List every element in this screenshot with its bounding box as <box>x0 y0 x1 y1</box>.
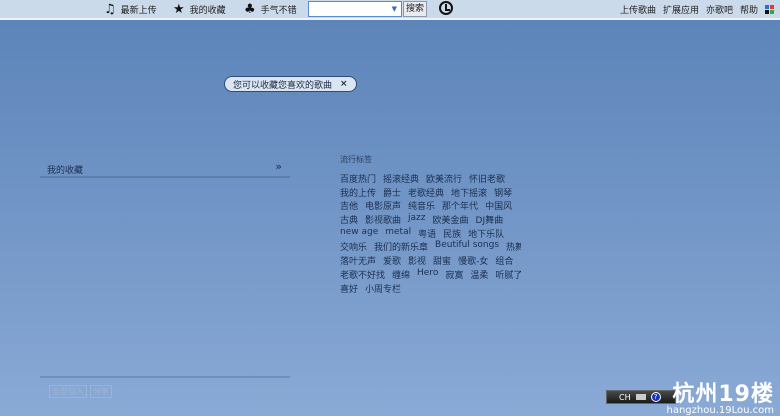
watermark-url: hangzhou.19Lou.com <box>666 405 775 416</box>
tag-link[interactable]: 喜好 <box>340 282 358 296</box>
nav-lucky[interactable]: ♣ 手气不错 <box>244 0 297 19</box>
search-button[interactable]: 搜索 <box>403 1 427 17</box>
tag-link[interactable]: 我的上传 <box>340 186 376 200</box>
tag-row: 交响乐我们的新乐章 Beutiful songs 热舞DJ <box>340 240 521 254</box>
next-page-icon[interactable]: ▶ <box>278 385 284 394</box>
tag-link[interactable]: 欧美流行 <box>426 172 462 186</box>
tag-link[interactable]: 落叶无声 <box>340 254 376 268</box>
tag-link[interactable]: 甜蜜 <box>433 254 451 268</box>
popular-tags: 流行标签 百度热门 摇滚经典 欧美流行 怀旧老歌 我的上传 爵士 老歌经典 地下摇滚 钢琴 吉他电… <box>340 154 530 295</box>
tag-link[interactable]: DJ舞曲 <box>476 213 504 227</box>
tag-link[interactable]: 百度热门 <box>340 172 376 186</box>
tag-row: 古典 影视歌曲 jazz 欧美金曲 DJ舞曲 <box>340 213 521 227</box>
tag-link[interactable]: Beutiful songs <box>435 240 499 254</box>
tag-link[interactable]: 摇滚经典 <box>383 172 419 186</box>
dropdown-arrow-icon[interactable]: ▼ <box>392 5 397 13</box>
tag-link[interactable]: 吉他 <box>340 199 358 213</box>
ime-toolbar[interactable]: CH? <box>606 390 676 404</box>
tag-link[interactable]: 组合 <box>495 254 513 268</box>
tag-link[interactable]: 欧美金曲 <box>433 213 469 227</box>
search-input[interactable]: ▼ <box>308 1 402 17</box>
close-icon[interactable]: × <box>340 79 348 89</box>
tag-link[interactable]: 电影原声 <box>365 199 401 213</box>
tag-link[interactable]: 影视 <box>408 254 426 268</box>
tag-link[interactable]: 小周专栏 <box>365 282 401 296</box>
link-help[interactable]: 帮助 <box>740 3 758 16</box>
tag-link[interactable]: 纯音乐 <box>408 199 435 213</box>
favorites-header[interactable]: 我的收藏 » <box>40 158 290 178</box>
tag-link[interactable]: 爱歌 <box>383 254 401 268</box>
link-extensions[interactable]: 扩展应用 <box>663 3 699 16</box>
star-icon: ★ <box>173 2 185 17</box>
tag-link[interactable]: 粤语 <box>418 227 436 241</box>
favorites-footer: 全部加入 分享 ◀ ▶ <box>40 376 290 398</box>
expand-icon[interactable]: » <box>275 160 282 173</box>
prev-page-icon[interactable]: ◀ <box>256 385 262 394</box>
link-upload-song[interactable]: 上传歌曲 <box>620 3 656 16</box>
tag-row: 百度热门 摇滚经典 欧美流行 怀旧老歌 <box>340 172 521 186</box>
tag-link[interactable]: Hero <box>417 268 438 282</box>
nav-my-favorites[interactable]: ★ 我的收藏 <box>173 0 226 19</box>
tag-link[interactable]: 交响乐 <box>340 240 367 254</box>
top-toolbar: ♫ 最新上传 ★ 我的收藏 ♣ 手气不错 ▼ 搜索 上传歌曲 扩展应用 亦歌吧 帮助 <box>0 0 780 20</box>
tag-link[interactable]: jazz <box>408 213 425 227</box>
apps-grid-icon[interactable] <box>765 5 774 14</box>
tag-link[interactable]: 古典 <box>340 213 358 227</box>
tag-link[interactable]: 地下乐队 <box>468 227 504 241</box>
clover-icon: ♣ <box>244 2 256 17</box>
tag-row: 吉他 电影原声 纯音乐 那个年代 中国风 <box>340 199 521 213</box>
music-note-icon: ♫ <box>104 2 116 17</box>
tag-row: 喜好 小周专栏 <box>340 282 521 296</box>
tag-link[interactable]: metal <box>385 227 411 241</box>
tooltip: 您可以收藏您喜欢的歌曲 × <box>224 76 357 92</box>
tag-link[interactable]: 那个年代 <box>442 199 478 213</box>
tag-row: 落叶无声 爱歌 影视 甜蜜 慢歌-女 组合 <box>340 254 521 268</box>
add-all-button[interactable]: 全部加入 <box>49 385 87 398</box>
tag-link[interactable]: 民族 <box>443 227 461 241</box>
tag-link[interactable]: 寂寞 <box>445 268 463 282</box>
tag-link[interactable]: 爵士 <box>383 186 401 200</box>
keyboard-icon[interactable] <box>635 394 646 400</box>
tag-row: 老歌不好找 缠绵 Hero 寂寞 温柔 听腻了 <box>340 268 521 282</box>
tag-link[interactable]: 热舞DJ <box>506 240 521 254</box>
favorites-title: 我的收藏 <box>47 166 84 176</box>
tag-link[interactable]: new age <box>340 227 378 241</box>
tag-link[interactable]: 老歌经典 <box>408 186 444 200</box>
tag-row: new age metal 粤语 民族 地下乐队 <box>340 227 521 241</box>
share-button[interactable]: 分享 <box>90 385 112 398</box>
tag-link[interactable]: 我们的新乐章 <box>374 240 428 254</box>
watermark-logo: 杭州19楼 <box>672 382 774 407</box>
tag-link[interactable]: 缠绵 <box>392 268 410 282</box>
tags-heading: 流行标签 <box>340 155 372 164</box>
tag-link[interactable]: 怀旧老歌 <box>469 172 505 186</box>
clock-icon[interactable] <box>439 1 453 15</box>
nav-latest-upload[interactable]: ♫ 最新上传 <box>104 0 157 19</box>
tag-link[interactable]: 听腻了 <box>495 268 521 282</box>
watermark: 杭州19楼 hangzhou.19Lou.com <box>667 376 775 416</box>
tag-link[interactable]: 地下摇滚 <box>451 186 487 200</box>
tag-row: 我的上传 爵士 老歌经典 地下摇滚 钢琴 <box>340 186 521 200</box>
tag-link[interactable]: 慢歌-女 <box>458 254 488 268</box>
tag-link[interactable]: 中国风 <box>485 199 512 213</box>
tag-link[interactable]: 老歌不好找 <box>340 268 385 282</box>
tag-link[interactable]: 钢琴 <box>494 186 512 200</box>
tag-link[interactable]: 影视歌曲 <box>365 213 401 227</box>
link-yige-bar[interactable]: 亦歌吧 <box>706 3 733 16</box>
help-icon[interactable]: ? <box>650 392 661 402</box>
tag-link[interactable]: 温柔 <box>470 268 488 282</box>
